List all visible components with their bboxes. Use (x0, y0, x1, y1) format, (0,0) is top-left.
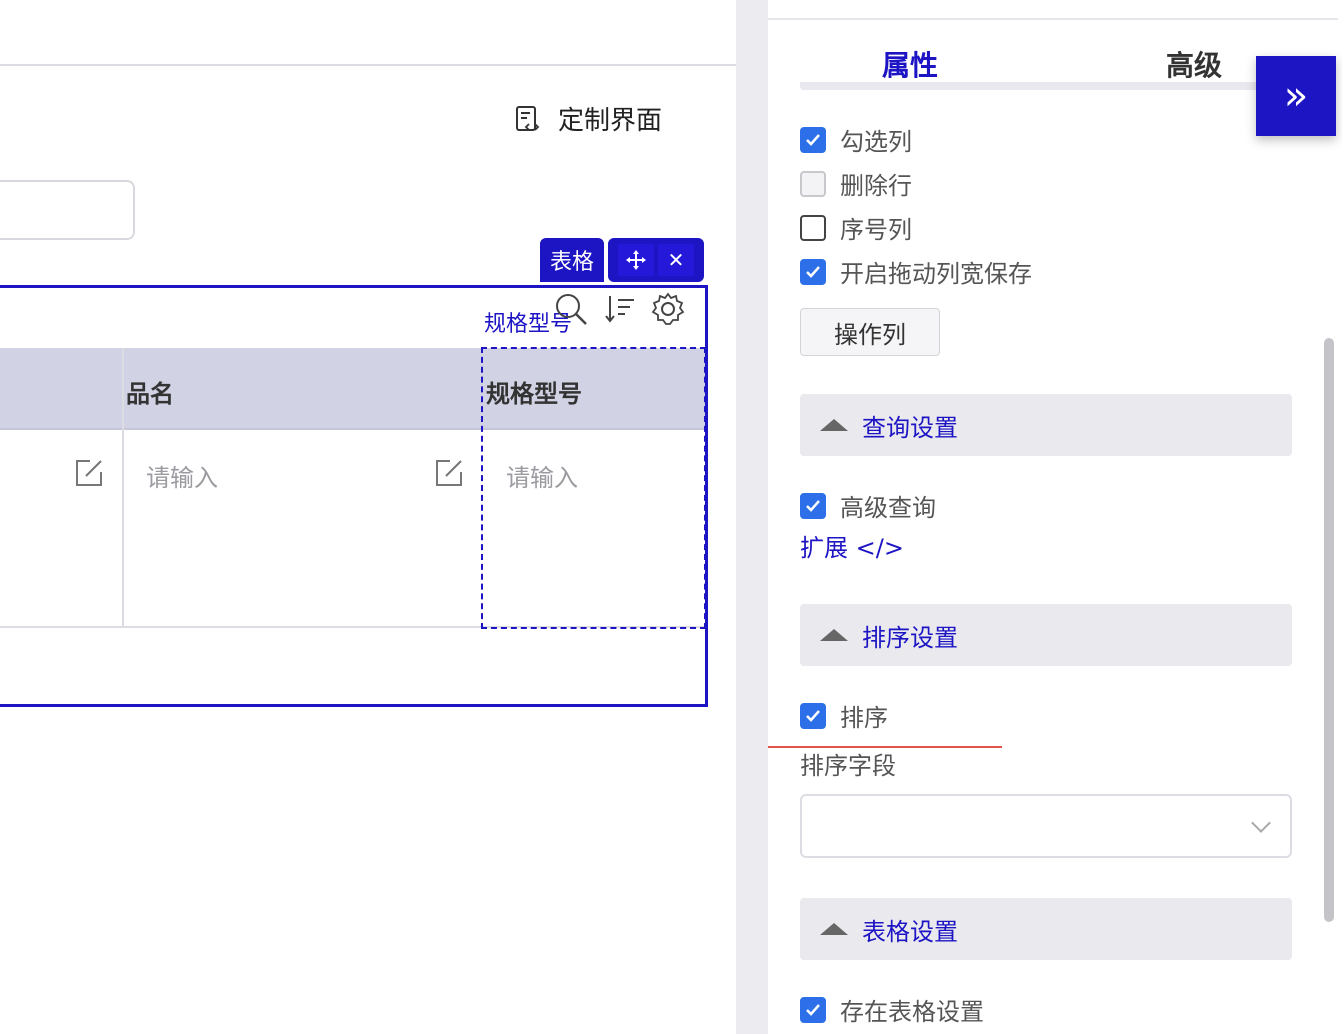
sort-icon[interactable] (604, 292, 638, 326)
design-canvas: 定制界面 表格 ✕ 规格型号 品名 规格型号 请输入 请输入 (0, 0, 736, 1034)
section-table-settings[interactable]: 表格设置 (800, 898, 1292, 960)
customize-label: 定制界面 (558, 106, 663, 136)
checkbox-delete-row[interactable]: 删除行 (800, 166, 912, 201)
edit-icon[interactable] (434, 458, 464, 488)
checkbox[interactable] (800, 126, 826, 153)
collapse-triangle-icon (820, 923, 848, 935)
checkbox-label: 高级查询 (840, 494, 936, 522)
component-toolbar: ✕ (608, 238, 704, 282)
tab-advanced[interactable]: 高级 (1166, 44, 1222, 84)
gear-icon[interactable] (651, 292, 685, 326)
edit-icon[interactable] (74, 458, 104, 488)
move-icon[interactable] (618, 244, 654, 276)
checkbox-index-column[interactable]: 序号列 (800, 210, 912, 245)
scrollbar[interactable] (1324, 338, 1334, 922)
section-query-settings[interactable]: 查询设置 (800, 394, 1292, 456)
chevron-down-icon (1251, 813, 1271, 833)
extend-link[interactable]: 扩展 </> (800, 528, 904, 563)
checkbox-label: 开启拖动列宽保存 (840, 260, 1032, 288)
cell-input-name[interactable]: 请输入 (146, 458, 218, 493)
canvas-divider (0, 64, 736, 66)
operation-column-button[interactable]: 操作列 (800, 308, 940, 356)
double-chevron-right-icon: » (1283, 73, 1309, 119)
sort-field-select[interactable] (800, 794, 1292, 858)
checkbox[interactable] (800, 996, 826, 1023)
section-sort-settings[interactable]: 排序设置 (800, 604, 1292, 666)
checkbox-advanced-query[interactable]: 高级查询 (800, 488, 936, 523)
customize-icon (516, 105, 540, 131)
tab-bar (800, 82, 1320, 90)
column-header-name[interactable]: 品名 (126, 374, 174, 409)
checkbox[interactable] (800, 214, 826, 241)
checkbox-drag-width-save[interactable]: 开启拖动列宽保存 (800, 254, 1032, 289)
table-component-tag[interactable]: 表格 (540, 238, 604, 282)
panel-divider (768, 18, 1338, 20)
checkbox[interactable] (800, 492, 826, 519)
checkbox[interactable] (800, 702, 826, 729)
checkbox[interactable] (800, 258, 826, 285)
checkbox-select-column[interactable]: 勾选列 (800, 122, 912, 157)
checkbox-label: 排序 (840, 704, 888, 732)
checkbox-label: 删除行 (840, 172, 912, 200)
customize-ui-button[interactable]: 定制界面 (514, 100, 662, 137)
checkbox-label: 勾选列 (840, 128, 912, 156)
collapse-triangle-icon (820, 629, 848, 641)
panel-gutter (736, 0, 768, 1034)
checkbox-sort[interactable]: 排序 (800, 698, 888, 733)
collapse-triangle-icon (820, 419, 848, 431)
selected-column-outline[interactable] (481, 347, 706, 629)
tab-attributes[interactable]: 属性 (882, 44, 938, 84)
checkbox-table-setting[interactable]: 存在表格设置 (800, 992, 984, 1027)
sort-field-label: 排序字段 (800, 752, 896, 780)
section-label: 查询设置 (862, 413, 958, 442)
collapse-panel-button[interactable]: » (1256, 56, 1336, 136)
checkbox-label: 存在表格设置 (840, 998, 984, 1026)
search-icon[interactable] (554, 292, 588, 326)
checkbox-label: 序号列 (840, 216, 912, 244)
close-icon[interactable]: ✕ (658, 244, 694, 276)
column-divider (122, 348, 124, 628)
form-field-box[interactable] (0, 180, 135, 240)
section-label: 表格设置 (862, 917, 958, 946)
section-label: 排序设置 (862, 623, 958, 652)
property-panel: 属性 高级 勾选列 删除行 序号列 开启拖动列宽保存 操作列 查询设置 高级查询… (768, 0, 1342, 1034)
checkbox[interactable] (800, 170, 826, 197)
